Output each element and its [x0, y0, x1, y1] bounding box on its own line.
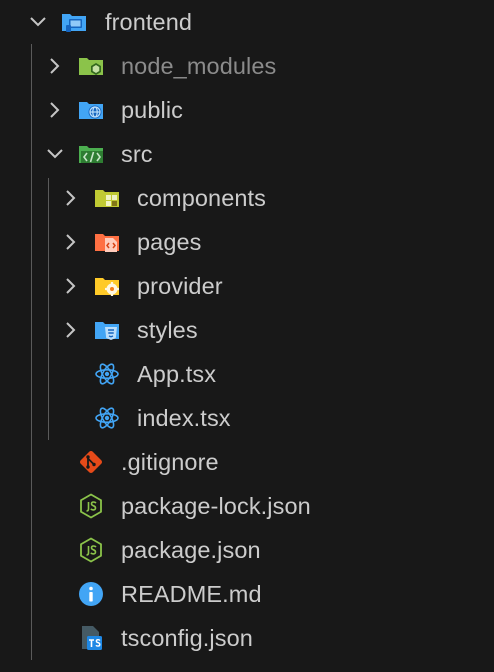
tree-item-provider[interactable]: provider	[0, 264, 494, 308]
react-icon	[95, 363, 119, 385]
tree-item-label: provider	[137, 273, 223, 299]
tree-item-index-tsx[interactable]: index.tsx	[0, 396, 494, 440]
tree-item-frontend[interactable]: frontend	[0, 0, 494, 44]
tree-item-label: styles	[137, 317, 198, 343]
chevron-right-icon	[66, 234, 76, 250]
tree-item-src[interactable]: src	[0, 132, 494, 176]
tree-item-label: public	[121, 97, 184, 123]
tree-item-label: index.tsx	[137, 405, 231, 431]
tree-item-node-modules[interactable]: node_modules	[0, 44, 494, 88]
react-icon	[95, 407, 119, 429]
chevron-right-icon	[66, 322, 76, 338]
chevron-right-icon	[50, 102, 60, 118]
folder-public-icon	[79, 102, 103, 119]
tree-item-package-lock-json[interactable]: package-lock.json	[0, 484, 494, 528]
folder-src-icon	[79, 146, 103, 163]
tree-item-styles[interactable]: styles	[0, 308, 494, 352]
tree-item-components[interactable]: components	[0, 176, 494, 220]
info-icon	[79, 582, 103, 606]
tree-item-label: tsconfig.json	[121, 625, 253, 651]
nodejs-icon	[80, 493, 102, 519]
tree-item-label: App.tsx	[137, 361, 217, 387]
tree-item-label: pages	[137, 229, 202, 255]
tree-item-tsconfig-json[interactable]: tsconfig.json	[0, 616, 494, 660]
tree-item-label: frontend	[105, 9, 193, 35]
chevron-down-icon	[30, 17, 46, 27]
folder-provider-icon	[95, 278, 119, 296]
tsconfig-icon	[82, 626, 102, 650]
tree-item-public[interactable]: public	[0, 88, 494, 132]
tree-item-app-tsx[interactable]: App.tsx	[0, 352, 494, 396]
tree-item-label: node_modules	[121, 53, 277, 79]
tree-item-package-json[interactable]: package.json	[0, 528, 494, 572]
nodejs-icon	[80, 537, 102, 563]
tree-item-pages[interactable]: pages	[0, 220, 494, 264]
explorer-tree: frontend node_modules public src compone…	[0, 0, 494, 672]
folder-pages-icon	[95, 234, 119, 252]
tree-item-label: package-lock.json	[121, 493, 311, 519]
git-icon	[80, 451, 102, 473]
folder-styles-icon	[95, 322, 119, 340]
tree-item-gitignore[interactable]: .gitignore	[0, 440, 494, 484]
folder-components-icon	[95, 190, 119, 207]
tree-item-readme-md[interactable]: README.md	[0, 572, 494, 616]
tree-item-label: README.md	[121, 581, 262, 607]
folder-node-icon	[79, 58, 103, 75]
folder-frontend-icon	[62, 14, 86, 32]
chevron-right-icon	[50, 58, 60, 74]
tree-item-label: package.json	[121, 537, 261, 563]
tree-item-label: .gitignore	[121, 449, 219, 475]
tree-item-label: components	[137, 185, 267, 211]
tree-item-label: src	[121, 141, 153, 167]
chevron-down-icon	[47, 149, 63, 159]
chevron-right-icon	[66, 278, 76, 294]
chevron-right-icon	[66, 190, 76, 206]
